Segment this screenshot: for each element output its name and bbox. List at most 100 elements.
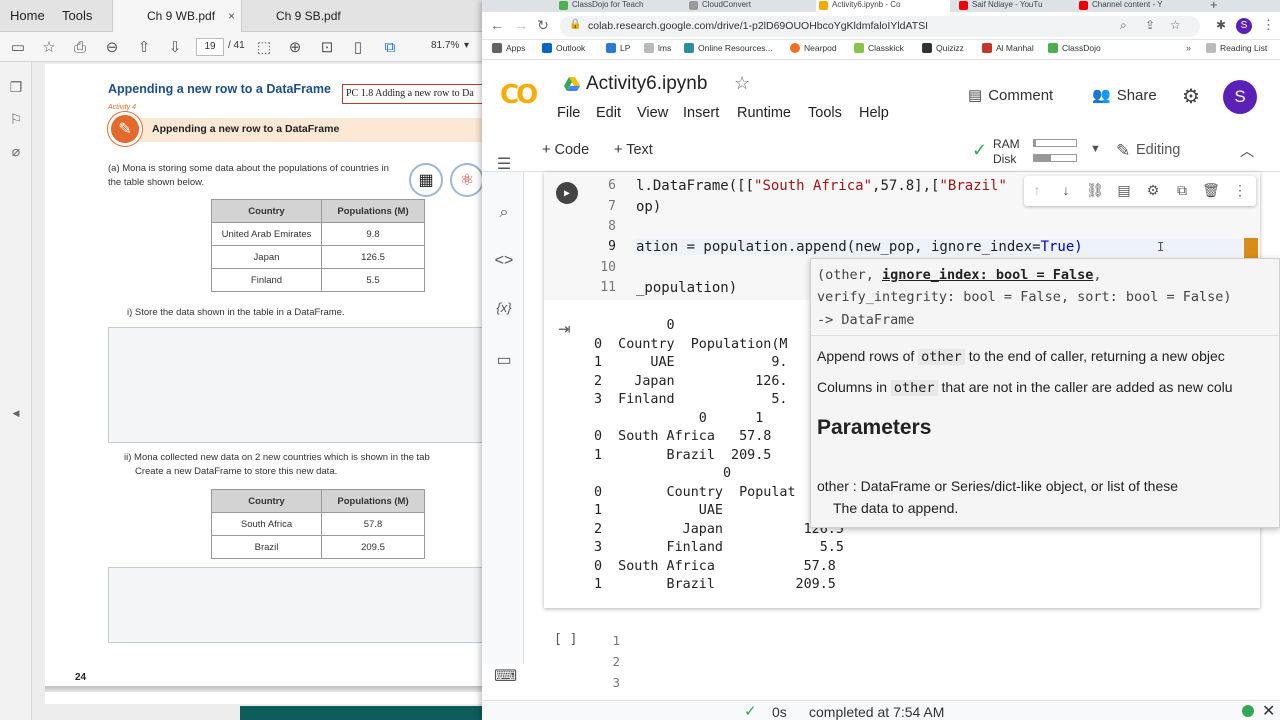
comment-icon[interactable]: ▤ xyxy=(1115,182,1133,200)
output-line: 0 xyxy=(594,466,732,481)
editing-mode-label[interactable]: Editing xyxy=(1136,142,1180,158)
menu-runtime[interactable]: Runtime xyxy=(737,105,791,121)
fit-page-icon[interactable]: ⊡ xyxy=(317,37,337,57)
next-page-icon[interactable]: ⇩ xyxy=(165,37,185,57)
bookmark-classkick[interactable]: Classkick xyxy=(854,43,904,53)
collapse-header-icon[interactable]: ︿ xyxy=(1240,141,1254,161)
menu-insert[interactable]: Insert xyxy=(683,105,719,121)
code-snippets-icon[interactable]: <> xyxy=(494,252,514,272)
gear-icon[interactable]: ⚙ xyxy=(1144,182,1162,200)
menu-tools[interactable]: Tools xyxy=(808,105,842,121)
save-icon[interactable]: ▭ xyxy=(8,37,28,57)
bookmark-nearpod[interactable]: Nearpod xyxy=(790,43,837,53)
menu-file[interactable]: File xyxy=(557,105,580,121)
share-button[interactable]: 👥 Share xyxy=(1092,86,1157,105)
search-icon[interactable]: ⌕ xyxy=(1120,18,1127,33)
trash-icon[interactable]: 🗑 xyxy=(1202,182,1220,200)
bookmark-icon[interactable]: ⚐ xyxy=(7,110,25,128)
attachment-icon[interactable]: ⌀ xyxy=(7,142,25,160)
browser-tab[interactable]: Saif Ndiaye - YouTu xyxy=(956,0,1080,12)
collapse-arrow-icon[interactable]: ◀ xyxy=(7,404,25,422)
close-icon[interactable]: ✕ xyxy=(1262,701,1275,720)
bookmark-quizizz[interactable]: Quizizz xyxy=(922,43,964,53)
export-icon[interactable]: ⧉ xyxy=(380,37,400,57)
empty-cell-run-bracket[interactable]: [ ] xyxy=(554,632,577,647)
mirror-cell-icon[interactable]: ⧉ xyxy=(1173,182,1191,200)
tools-tab[interactable]: Tools xyxy=(62,0,92,32)
browser-tab[interactable]: ClassDojo for Teach xyxy=(556,0,680,12)
menu-help[interactable]: Help xyxy=(859,105,889,121)
zoom-level[interactable]: 81.7% xyxy=(431,40,459,51)
answer-box-i[interactable] xyxy=(108,327,482,443)
variables-icon[interactable]: {x} xyxy=(494,300,514,320)
search-icon[interactable]: ⌕ xyxy=(494,204,514,224)
profile-avatar[interactable]: S xyxy=(1236,18,1252,34)
bookmark-online-resources[interactable]: Online Resources... xyxy=(684,43,773,53)
add-text-button[interactable]: + Text xyxy=(614,142,653,158)
move-up-icon[interactable]: ↑ xyxy=(1028,182,1046,200)
terminal-icon[interactable]: ⌨ xyxy=(494,666,517,686)
menu-view[interactable]: View xyxy=(637,105,668,121)
close-icon[interactable]: × xyxy=(228,0,235,32)
browser-tab[interactable]: Channel content - Y xyxy=(1076,0,1200,12)
browser-tab[interactable]: CloudConvert xyxy=(686,0,810,12)
code-line[interactable]: op) xyxy=(636,199,661,215)
new-tab-icon[interactable]: + xyxy=(1210,0,1218,12)
gear-icon[interactable]: ⚙ xyxy=(1182,84,1200,109)
more-options-icon[interactable]: ⋮ xyxy=(1231,182,1249,200)
bookmark-star-icon[interactable]: ☆ xyxy=(1170,18,1181,32)
bookmark-apps[interactable]: Apps xyxy=(492,43,525,53)
back-icon[interactable]: ← xyxy=(488,17,506,33)
bookmark-lms[interactable]: lms xyxy=(644,43,671,53)
url-text[interactable]: colab.research.google.com/drive/1-p2lD69… xyxy=(588,20,928,32)
check-icon: ✓ xyxy=(744,703,757,720)
zoom-out-search-icon[interactable]: ⊖ xyxy=(102,37,122,57)
bookmark-outlook[interactable]: Outlook xyxy=(542,43,585,53)
colab-logo[interactable]: CO xyxy=(500,80,540,110)
bookmark-al-manhal[interactable]: Al Manhal xyxy=(982,43,1034,53)
zoom-icon[interactable]: ⊕ xyxy=(285,37,305,57)
answer-box-ii[interactable] xyxy=(108,567,482,643)
page-view-icon[interactable]: ▯ xyxy=(348,37,368,57)
menu-edit[interactable]: Edit xyxy=(596,105,621,121)
share-page-icon[interactable]: ⇪ xyxy=(1145,18,1155,32)
prev-page-icon[interactable]: ⇧ xyxy=(134,37,154,57)
avatar[interactable]: S xyxy=(1223,80,1257,114)
reading-list[interactable]: Reading List xyxy=(1206,43,1267,53)
browser-tab-active[interactable]: Activity6.ipynb - Co xyxy=(816,0,950,12)
add-code-button[interactable]: + Code xyxy=(542,142,589,158)
link-icon[interactable]: ⛓ xyxy=(1086,182,1104,200)
files-folder-icon[interactable]: ▭ xyxy=(494,350,514,370)
output-line: 0 xyxy=(594,318,675,333)
code-line[interactable]: _population) xyxy=(636,280,737,296)
extensions-icon[interactable]: ✱ xyxy=(1216,18,1226,32)
star-icon[interactable]: ☆ xyxy=(734,73,750,94)
status-text[interactable]: completed at 7:54 AM xyxy=(809,704,944,720)
page-number-input[interactable]: 19 xyxy=(196,38,224,56)
reload-icon[interactable]: ↻ xyxy=(534,17,552,34)
code-line[interactable]: l.DataFrame([["South Africa",57.8],["Bra… xyxy=(636,178,1007,194)
disk-bar xyxy=(1033,154,1077,162)
notebook-title[interactable]: Activity6.ipynb xyxy=(586,73,707,95)
select-tool-icon[interactable]: ⬚ xyxy=(254,37,274,57)
tab-ch9-wb[interactable]: Ch 9 WB.pdf × xyxy=(112,0,242,32)
tab-ch9-sb[interactable]: Ch 9 SB.pdf xyxy=(238,0,368,32)
home-tab[interactable]: Home xyxy=(10,0,45,32)
omnibox[interactable]: 🔒 colab.research.google.com/drive/1-p2lD… xyxy=(560,16,1200,37)
resources-indicator[interactable]: RAM Disk xyxy=(993,137,1020,167)
bookmark-star-icon[interactable]: ☆ xyxy=(39,37,59,57)
resources-dropdown-icon[interactable]: ▼ xyxy=(1090,143,1101,155)
menu-kebab-icon[interactable]: ⋮ xyxy=(1262,17,1275,33)
more-bookmarks-icon[interactable]: » xyxy=(1186,43,1191,53)
forward-icon[interactable]: → xyxy=(512,17,530,33)
move-down-icon[interactable]: ↓ xyxy=(1057,182,1075,200)
comment-button[interactable]: ▤ Comment xyxy=(968,86,1053,105)
toc-icon[interactable]: ☰ xyxy=(494,154,514,174)
output-line: 0 1 xyxy=(594,410,764,426)
pages-panel-icon[interactable]: ❐ xyxy=(7,78,25,96)
run-cell-icon[interactable]: ▶ xyxy=(556,182,578,204)
print-icon[interactable]: ⎙ xyxy=(70,37,90,57)
bookmark-lp[interactable]: LP xyxy=(606,43,630,53)
bookmark-classdojo[interactable]: ClassDojo xyxy=(1048,43,1101,53)
zoom-dropdown-icon[interactable]: ▾ xyxy=(464,40,469,51)
